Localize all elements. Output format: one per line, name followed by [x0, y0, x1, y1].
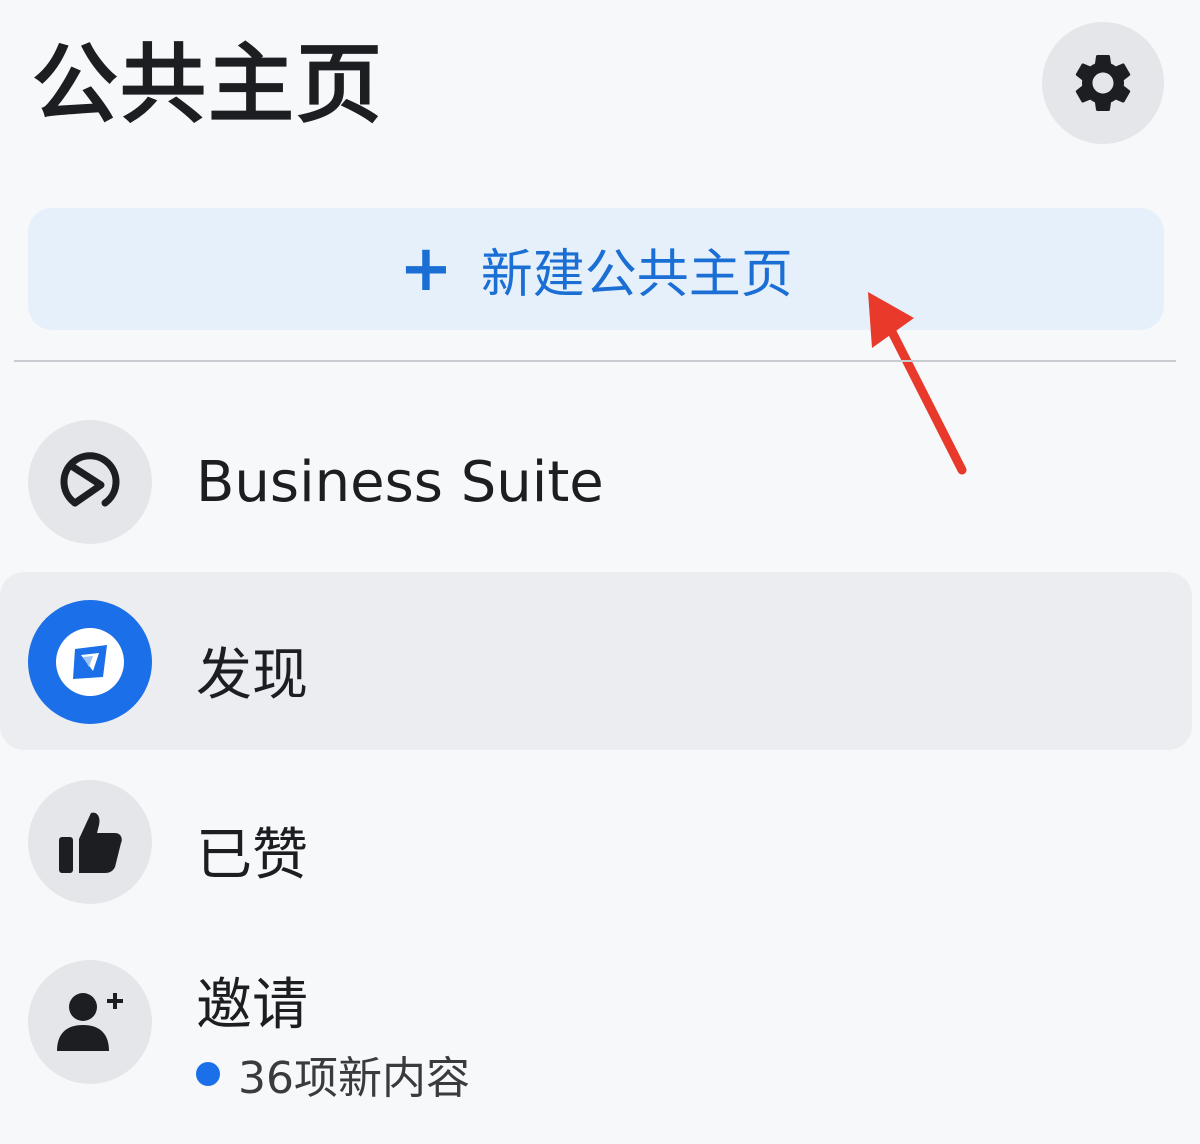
menu-item-discover[interactable]: 发现 [0, 572, 1192, 750]
new-items-count: 36项新内容 [238, 1053, 470, 1104]
menu-item-label: 已赞 [196, 823, 308, 888]
thumbs-up-icon [28, 780, 152, 904]
menu-item-invite[interactable]: 邀请 36项新内容 [0, 932, 1192, 1110]
menu-item-label: Business Suite [196, 450, 604, 515]
blue-dot-icon [196, 1062, 220, 1086]
menu-item-label: 邀请 [196, 973, 308, 1038]
add-person-icon [28, 960, 152, 1084]
discover-icon [28, 600, 152, 724]
divider [14, 360, 1176, 362]
page-title: 公共主页 [32, 35, 384, 135]
menu-item-label: 发现 [196, 643, 308, 708]
business-suite-icon [28, 420, 152, 544]
new-page-label: 新建公共主页 [480, 244, 793, 305]
plus-icon: + [399, 232, 453, 306]
gear-icon [1075, 54, 1131, 111]
new-items-indicator: 36项新内容 [196, 1042, 470, 1106]
menu-item-business-suite[interactable]: Business Suite [0, 392, 1192, 570]
settings-button[interactable] [1042, 22, 1164, 144]
new-page-button[interactable]: + 新建公共主页 [28, 208, 1164, 330]
menu-item-liked[interactable]: 已赞 [0, 752, 1192, 930]
